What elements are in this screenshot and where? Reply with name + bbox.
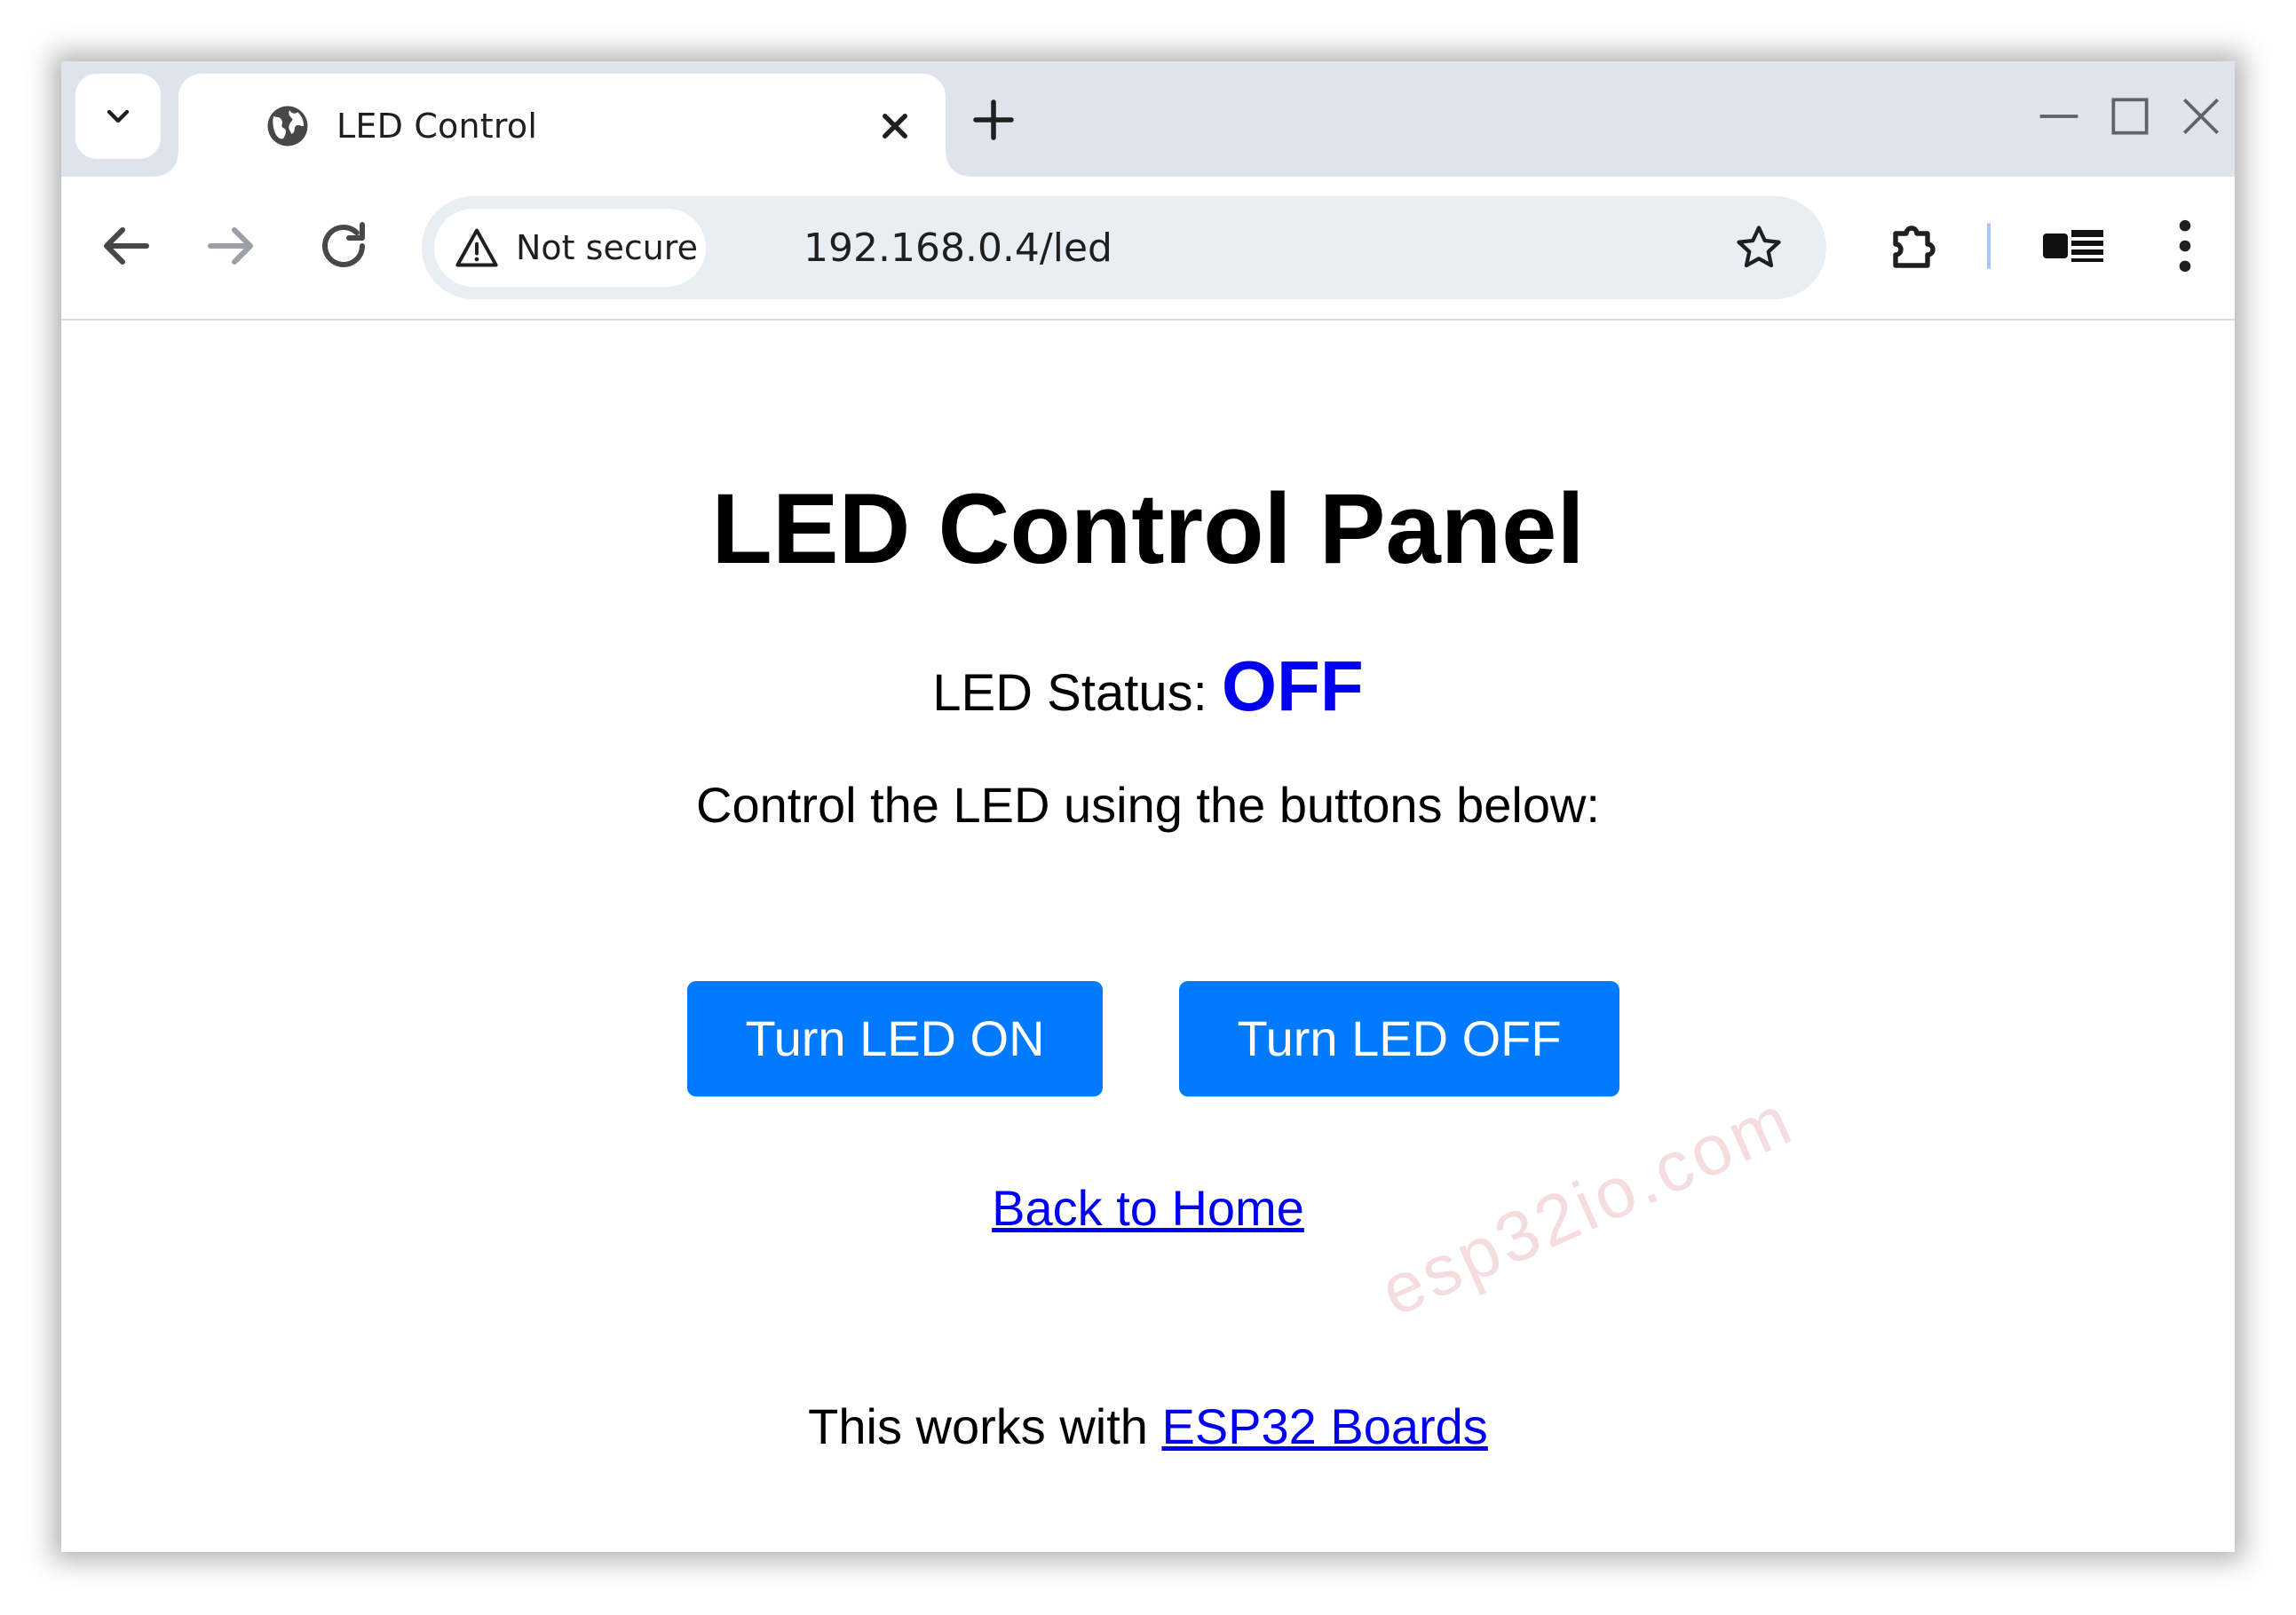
- browser-toolbar: Not secure 192.168.0.4/led: [61, 177, 2235, 321]
- footer-text: This works with: [808, 1398, 1162, 1454]
- window-close-icon[interactable]: [2173, 88, 2229, 145]
- toolbar-separator: [1987, 223, 1991, 269]
- status-label: LED Status:: [932, 664, 1222, 722]
- forward-arrow-icon[interactable]: [200, 214, 264, 278]
- led-status: LED Status: OFF: [61, 642, 2235, 738]
- turn-led-on-button[interactable]: Turn LED ON: [687, 981, 1103, 1096]
- reload-icon[interactable]: [312, 214, 376, 278]
- browser-window: LED Control Not secure 192.168.0.4/led L…: [61, 61, 2235, 1552]
- tab-led-control[interactable]: LED Control: [155, 74, 969, 177]
- maximize-icon[interactable]: [2102, 88, 2158, 145]
- instructions-text: Control the LED using the buttons below:: [696, 777, 1600, 833]
- tab-title: LED Control: [336, 107, 538, 146]
- url-text[interactable]: 192.168.0.4/led: [804, 225, 1112, 273]
- back-to-home-link[interactable]: Back to Home: [992, 1180, 1304, 1236]
- kebab-menu-icon[interactable]: [2153, 210, 2217, 281]
- esp32-boards-link[interactable]: ESP32 Boards: [1161, 1398, 1487, 1454]
- close-icon[interactable]: [871, 102, 919, 150]
- page-content: LED Control Panel LED Status: OFF Contro…: [61, 321, 2235, 1552]
- address-bar[interactable]: Not secure 192.168.0.4/led: [422, 196, 1826, 299]
- extensions-puzzle-icon[interactable]: [1885, 212, 1949, 276]
- bookmark-star-icon[interactable]: [1732, 221, 1785, 274]
- chevron-down-icon: [107, 109, 130, 123]
- tab-strip: LED Control: [61, 61, 2235, 177]
- security-label: Not secure: [516, 228, 698, 267]
- minimize-icon[interactable]: [2031, 88, 2087, 145]
- back-arrow-icon[interactable]: [93, 214, 157, 278]
- page-title: LED Control Panel: [711, 473, 1585, 584]
- plus-icon[interactable]: [967, 93, 1020, 146]
- turn-led-off-button[interactable]: Turn LED OFF: [1179, 981, 1619, 1096]
- security-chip[interactable]: Not secure: [434, 209, 706, 287]
- status-value: OFF: [1221, 646, 1364, 725]
- home-link-container: Back to Home: [61, 1178, 2235, 1239]
- profile-logo-icon[interactable]: [2039, 219, 2110, 269]
- footer: This works with ESP32 Boards: [61, 1397, 2235, 1457]
- tab-search-button[interactable]: [75, 74, 161, 159]
- warning-triangle-icon: [455, 228, 498, 267]
- globe-icon: [267, 106, 308, 146]
